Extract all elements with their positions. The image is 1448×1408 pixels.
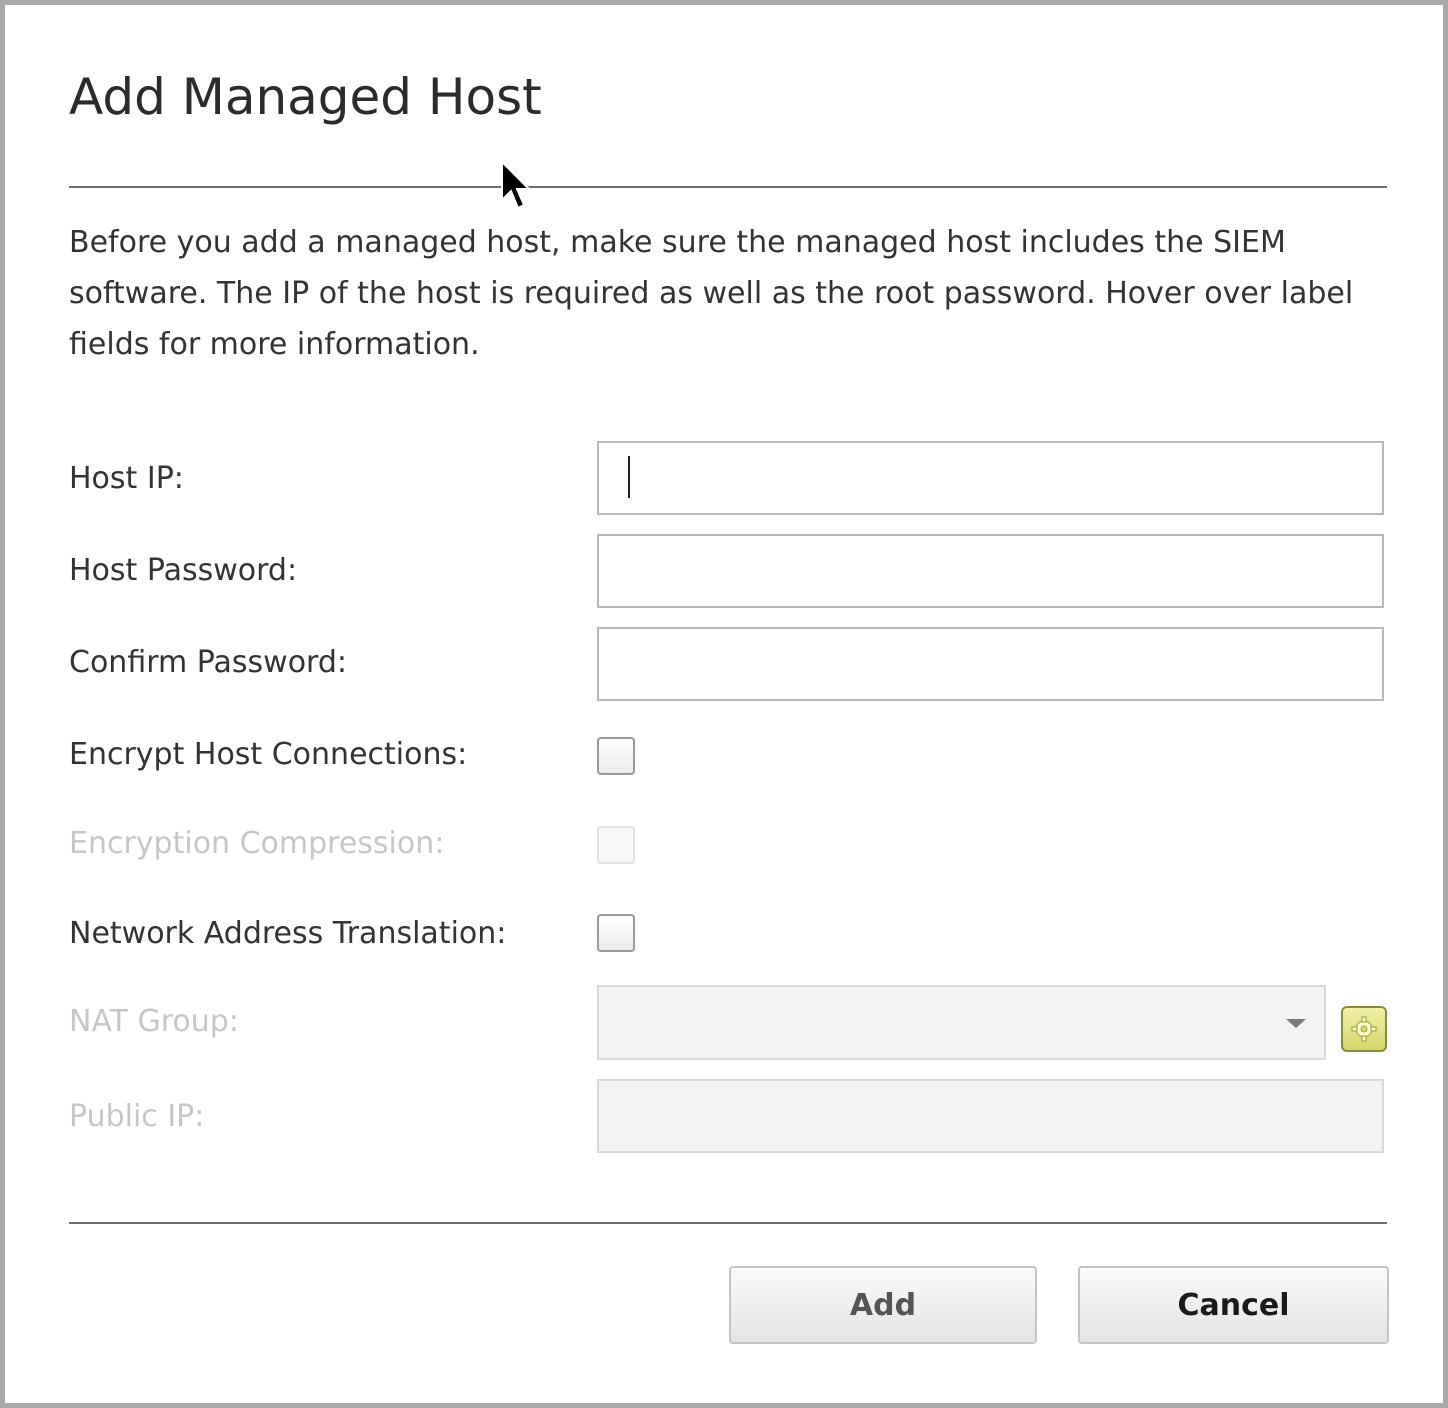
public-ip-input: [597, 1079, 1384, 1153]
confirm-password-label: Confirm Password:: [69, 645, 348, 680]
text-caret: [628, 456, 630, 498]
network-address-translation-label: Network Address Translation:: [69, 916, 507, 951]
chevron-down-icon: [1286, 1019, 1306, 1028]
dialog-title: Add Managed Host: [69, 68, 542, 126]
host-password-label: Host Password:: [69, 553, 298, 588]
public-ip-label: Public IP:: [69, 1099, 205, 1134]
footer-divider: [69, 1222, 1387, 1224]
encrypt-host-connections-label: Encrypt Host Connections:: [69, 737, 468, 772]
encryption-compression-checkbox: [597, 826, 635, 864]
encryption-compression-label: Encryption Compression:: [69, 826, 445, 861]
add-managed-host-dialog: Add Managed Host Before you add a manage…: [0, 0, 1448, 1408]
confirm-password-input[interactable]: [597, 627, 1384, 701]
title-divider: [69, 186, 1387, 188]
gear-icon[interactable]: [1341, 1006, 1387, 1052]
host-ip-label: Host IP:: [69, 461, 184, 496]
cancel-button[interactable]: Cancel: [1078, 1266, 1389, 1344]
host-ip-input[interactable]: [597, 441, 1384, 515]
nat-group-label: NAT Group:: [69, 1004, 239, 1039]
nat-group-select: [597, 985, 1326, 1060]
network-address-translation-checkbox[interactable]: [597, 914, 635, 952]
add-button[interactable]: Add: [729, 1266, 1037, 1344]
dialog-description: Before you add a managed host, make sure…: [69, 225, 1354, 362]
encrypt-host-connections-checkbox[interactable]: [597, 737, 635, 775]
mouse-pointer-icon: [500, 159, 532, 218]
host-password-input[interactable]: [597, 534, 1384, 608]
